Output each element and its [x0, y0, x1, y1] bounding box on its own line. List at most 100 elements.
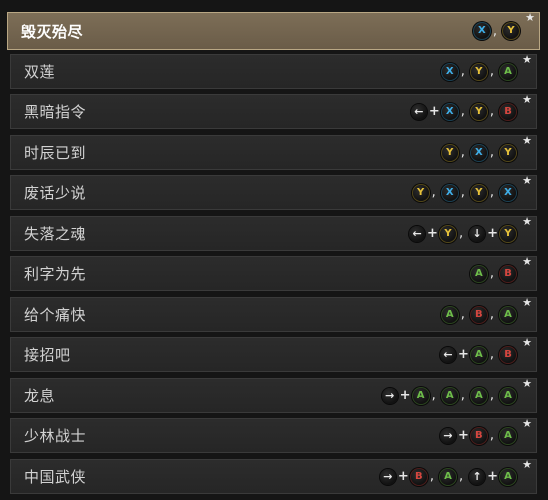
favorite-star-icon[interactable]: ★ — [522, 175, 532, 186]
comma-separator: , — [489, 307, 494, 322]
favorite-star-icon[interactable]: ★ — [522, 94, 532, 105]
dpad-right-icon: → — [439, 427, 456, 444]
dpad-left-icon: ← — [409, 225, 426, 242]
move-name: 少林战士 — [24, 427, 87, 445]
button-b-icon: B — [410, 468, 427, 485]
button-combo: → + B, A — [439, 419, 516, 452]
move-row[interactable]: 给个痛快 A, B, A ★ — [10, 297, 537, 332]
move-row[interactable]: 利字为先 A, B ★ — [10, 256, 537, 291]
plus-separator: + — [487, 469, 498, 484]
button-y-icon: Y — [470, 184, 487, 201]
favorite-star-icon[interactable]: ★ — [522, 297, 532, 308]
move-row[interactable]: 双莲 X, Y, A ★ — [10, 54, 537, 89]
comma-separator: , — [489, 347, 494, 362]
button-b-icon: B — [500, 265, 516, 282]
favorite-star-icon[interactable]: ★ — [522, 54, 532, 65]
comma-separator: , — [458, 469, 464, 484]
button-y-icon: Y — [470, 103, 487, 120]
button-y-icon: Y — [470, 63, 487, 80]
favorite-star-icon[interactable]: ★ — [522, 256, 532, 267]
move-row[interactable]: 毁灭殆尽 X, Y ★ — [7, 12, 540, 50]
move-name: 黑暗指令 — [24, 103, 87, 121]
button-a-icon: A — [500, 306, 516, 323]
move-row[interactable]: 中国武侠 → + B, A, ↑ + A ★ — [10, 459, 537, 494]
comma-separator: , — [489, 104, 494, 119]
button-b-icon: B — [500, 103, 516, 120]
button-x-icon: X — [470, 144, 487, 161]
move-row[interactable]: 失落之魂 ← + Y, ↓ + Y ★ — [10, 216, 537, 251]
move-name: 失落之魂 — [24, 225, 87, 243]
move-row[interactable]: 少林战士 → + B, A ★ — [10, 418, 537, 453]
move-row[interactable]: 黑暗指令 ← + X, Y, B ★ — [10, 94, 537, 129]
button-b-icon: B — [470, 306, 487, 323]
plus-separator: + — [397, 469, 409, 484]
button-b-icon: B — [470, 427, 487, 444]
button-a-icon: A — [470, 387, 487, 404]
comma-separator: , — [460, 388, 465, 403]
button-combo: A, B — [470, 257, 516, 290]
button-x-icon: X — [441, 103, 458, 120]
favorite-star-icon[interactable]: ★ — [522, 418, 532, 429]
comma-separator: , — [460, 145, 465, 160]
dpad-left-icon: ← — [410, 103, 427, 120]
button-y-icon: Y — [503, 23, 519, 39]
move-row[interactable]: 接招吧 ← + A, B ★ — [10, 337, 537, 372]
button-x-icon: X — [473, 23, 490, 39]
comma-separator: , — [460, 307, 465, 322]
button-y-icon: Y — [439, 225, 456, 242]
button-combo: Y,X,Y,X — [412, 176, 516, 209]
plus-separator: + — [427, 226, 438, 241]
button-y-icon: Y — [500, 144, 516, 161]
move-row[interactable]: 时辰已到 Y, X, Y ★ — [10, 135, 537, 170]
move-row[interactable]: 龙息 → + A, A, A, A ★ — [10, 378, 537, 413]
button-a-icon: A — [412, 387, 429, 404]
favorite-star-icon[interactable]: ★ — [522, 135, 532, 146]
button-a-icon: A — [500, 387, 516, 404]
comma-separator: , — [489, 145, 494, 160]
plus-separator: + — [399, 388, 411, 403]
dpad-left-icon: ← — [439, 346, 456, 363]
comma-separator: , — [489, 185, 494, 200]
button-x-icon: X — [500, 184, 516, 201]
plus-separator: + — [457, 428, 469, 443]
button-combo: A,B,A — [441, 298, 516, 331]
button-x-icon: X — [441, 184, 458, 201]
move-name: 接招吧 — [24, 346, 71, 364]
dpad-up-icon: ↑ — [469, 468, 486, 485]
move-row[interactable]: 废话少说 Y, X, Y, X ★ — [10, 175, 537, 210]
dpad-right-icon: → — [381, 387, 398, 404]
favorite-star-icon[interactable]: ★ — [522, 459, 532, 470]
button-y-icon: Y — [441, 144, 458, 161]
button-a-icon: A — [441, 306, 458, 323]
button-a-icon: A — [500, 63, 516, 80]
favorite-star-icon[interactable]: ★ — [522, 337, 532, 348]
comma-separator: , — [431, 185, 436, 200]
comma-separator: , — [489, 266, 494, 281]
move-name: 利字为先 — [24, 265, 87, 283]
move-name: 双莲 — [24, 63, 56, 81]
move-name: 毁灭殆尽 — [21, 22, 84, 41]
favorite-star-icon[interactable]: ★ — [525, 12, 535, 23]
plus-separator: + — [487, 226, 498, 241]
comma-separator: , — [431, 388, 436, 403]
button-combo: Y,X,Y — [441, 136, 516, 169]
button-b-icon: B — [500, 346, 516, 363]
favorite-star-icon[interactable]: ★ — [522, 216, 532, 227]
comma-separator: , — [492, 23, 497, 39]
comma-separator: , — [458, 226, 464, 241]
favorite-star-icon[interactable]: ★ — [522, 378, 532, 389]
button-y-icon: Y — [412, 184, 429, 201]
button-a-icon: A — [500, 427, 516, 444]
move-name: 时辰已到 — [24, 144, 87, 162]
move-name: 龙息 — [24, 387, 56, 405]
button-a-icon: A — [470, 346, 487, 363]
comma-separator: , — [460, 185, 465, 200]
comma-separator: , — [460, 64, 465, 79]
button-combo: ← + X, Y, B — [410, 95, 516, 128]
button-combo: → + A, A, A, A — [381, 379, 516, 412]
plus-separator: + — [457, 347, 469, 362]
button-x-icon: X — [441, 63, 458, 80]
move-list: 毁灭殆尽 X, Y ★ 双莲 X, Y, A ★ 黑暗指令 ← + X, Y, B ★ 时辰已到 Y, X, Y ★ 废话… — [0, 0, 548, 500]
comma-separator: , — [460, 104, 465, 119]
button-a-icon: A — [441, 387, 458, 404]
